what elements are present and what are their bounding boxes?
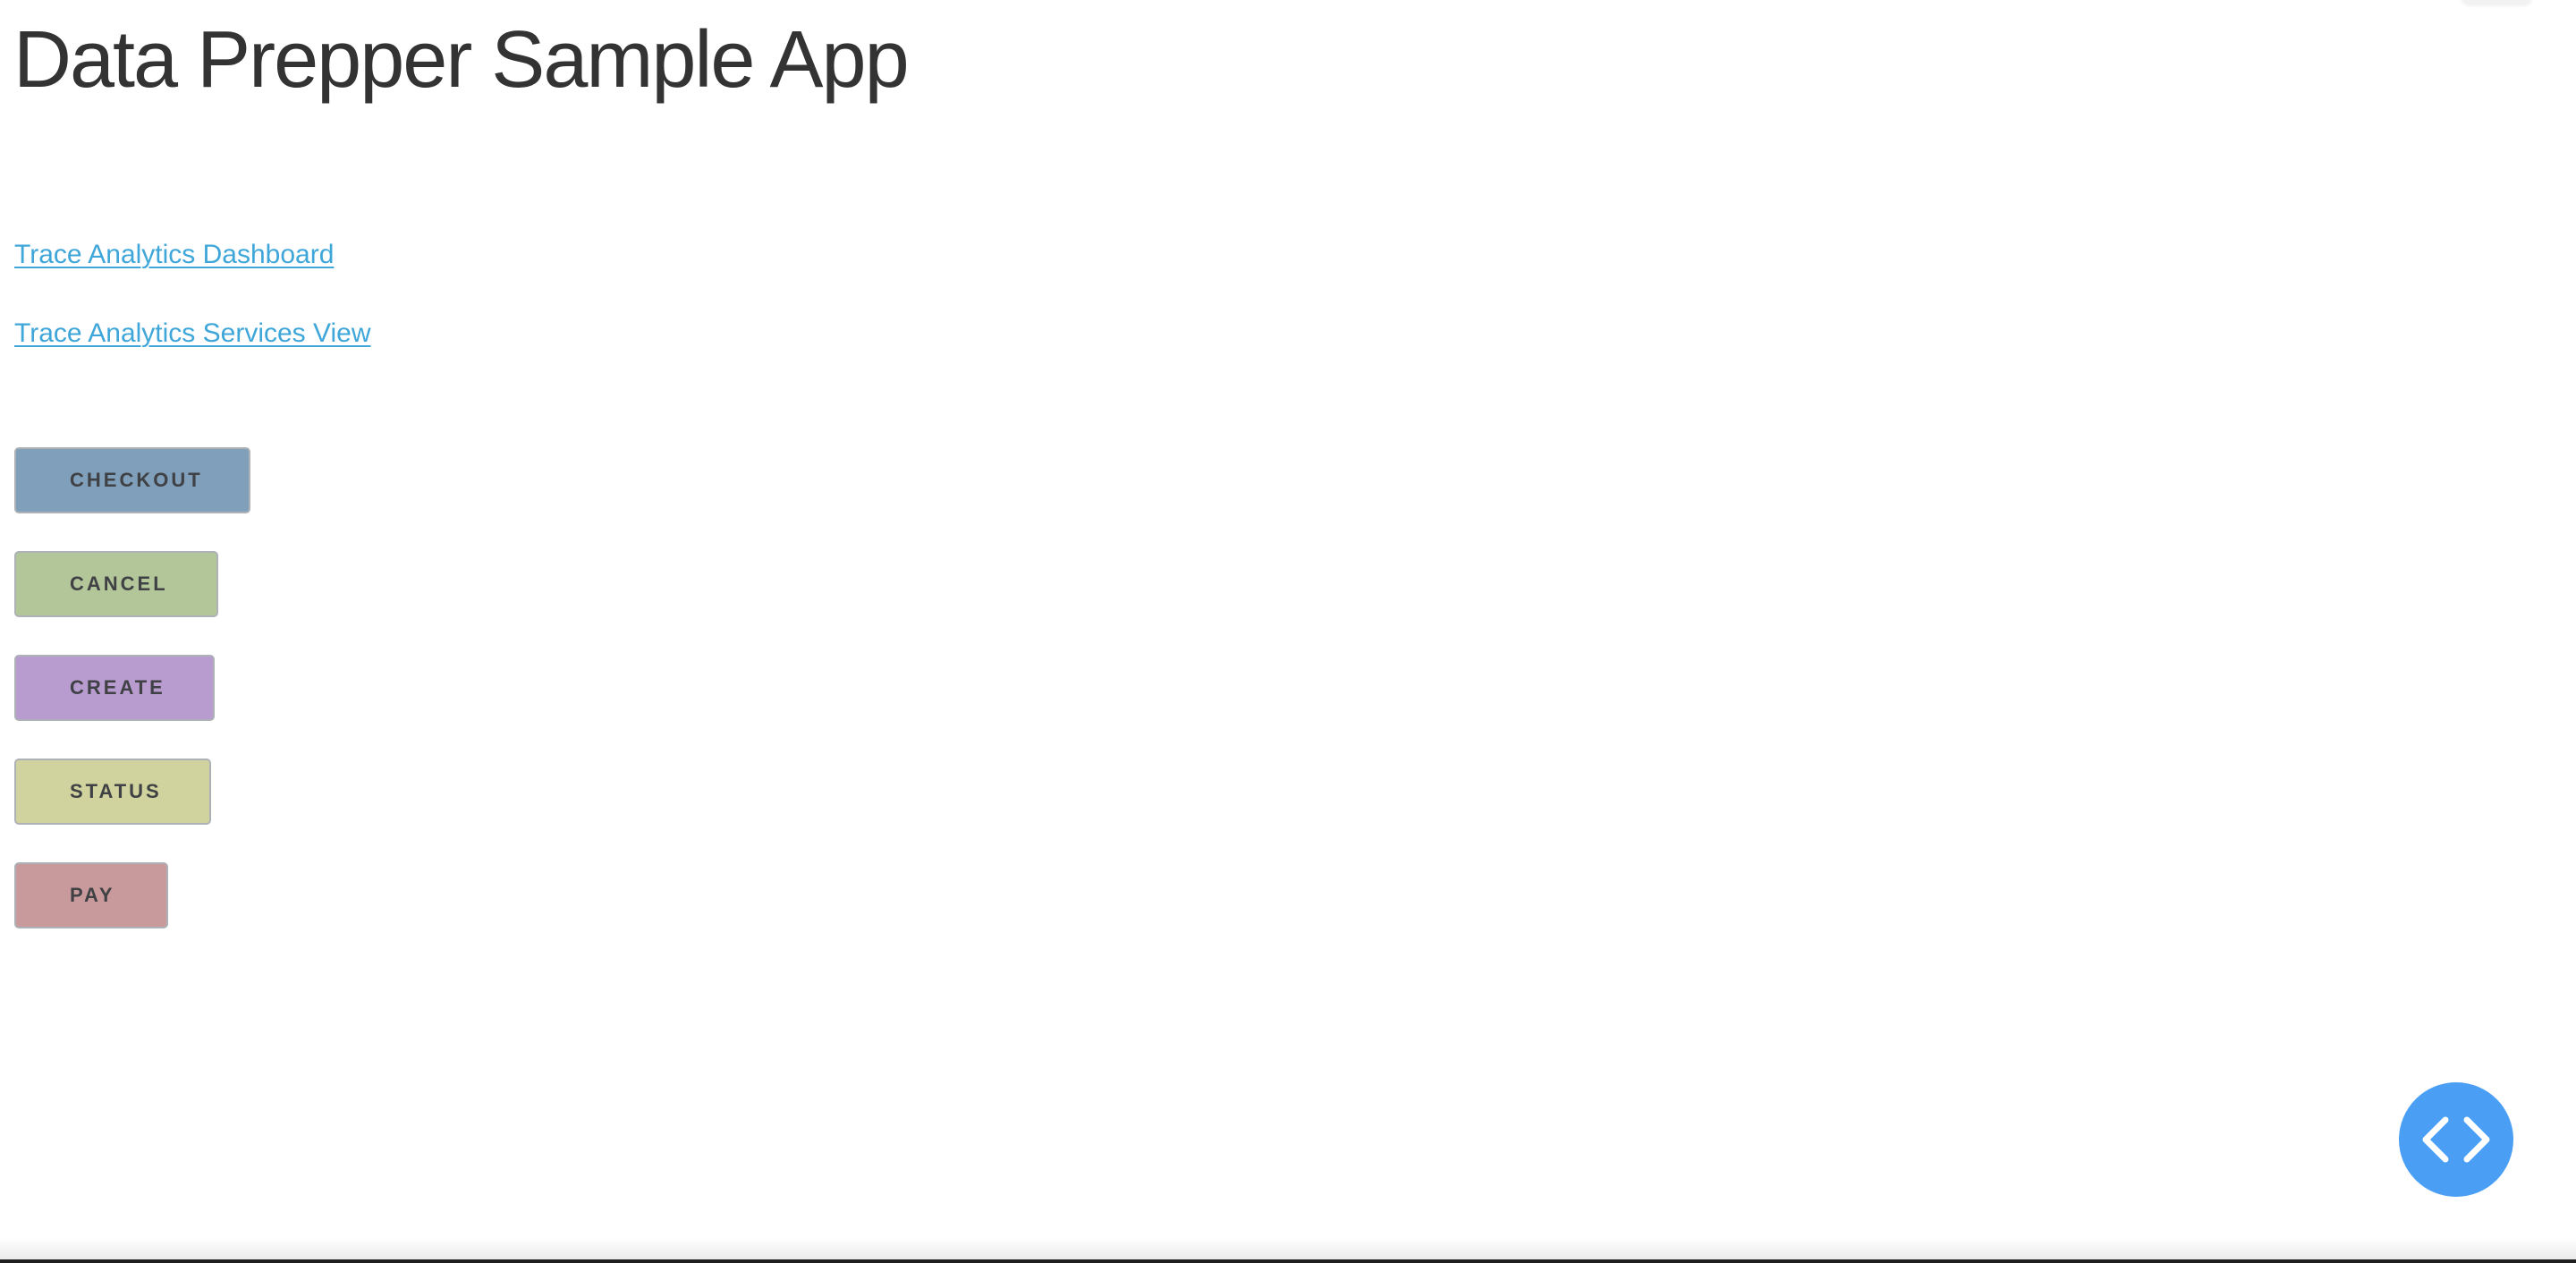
top-edge-tab — [2462, 0, 2531, 4]
trace-analytics-dashboard-link[interactable]: Trace Analytics Dashboard — [14, 240, 334, 270]
checkout-button[interactable]: CHECKOUT — [14, 447, 250, 513]
trace-analytics-services-view-link[interactable]: Trace Analytics Services View — [14, 318, 370, 349]
page-title: Data Prepper Sample App — [13, 15, 910, 105]
bottom-edge-strip — [0, 1259, 2576, 1263]
create-button[interactable]: CREATE — [14, 655, 215, 721]
pay-button[interactable]: PAY — [14, 862, 168, 928]
code-view-button[interactable] — [2399, 1082, 2513, 1197]
code-brackets-icon — [2422, 1116, 2490, 1163]
status-button[interactable]: STATUS — [14, 759, 211, 825]
cancel-button[interactable]: CANCEL — [14, 551, 218, 617]
